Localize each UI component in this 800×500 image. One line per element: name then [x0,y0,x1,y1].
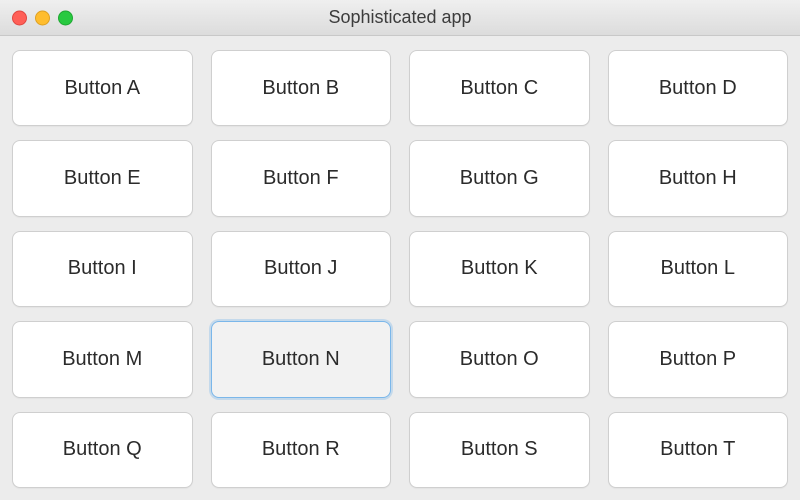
button-g[interactable]: Button G [409,140,590,216]
button-j[interactable]: Button J [211,231,392,307]
button-o[interactable]: Button O [409,321,590,397]
window-controls [12,10,73,25]
button-b[interactable]: Button B [211,50,392,126]
titlebar: Sophisticated app [0,0,800,36]
button-d[interactable]: Button D [608,50,789,126]
button-i[interactable]: Button I [12,231,193,307]
button-t[interactable]: Button T [608,412,789,488]
button-n[interactable]: Button N [211,321,392,397]
button-q[interactable]: Button Q [12,412,193,488]
zoom-icon[interactable] [58,10,73,25]
minimize-icon[interactable] [35,10,50,25]
window-title: Sophisticated app [10,7,790,28]
button-r[interactable]: Button R [211,412,392,488]
button-grid: Button A Button B Button C Button D Butt… [0,36,800,500]
button-s[interactable]: Button S [409,412,590,488]
window: Sophisticated app Button A Button B Butt… [0,0,800,500]
button-h[interactable]: Button H [608,140,789,216]
button-k[interactable]: Button K [409,231,590,307]
button-f[interactable]: Button F [211,140,392,216]
button-c[interactable]: Button C [409,50,590,126]
button-l[interactable]: Button L [608,231,789,307]
button-m[interactable]: Button M [12,321,193,397]
close-icon[interactable] [12,10,27,25]
button-a[interactable]: Button A [12,50,193,126]
button-e[interactable]: Button E [12,140,193,216]
button-p[interactable]: Button P [608,321,789,397]
